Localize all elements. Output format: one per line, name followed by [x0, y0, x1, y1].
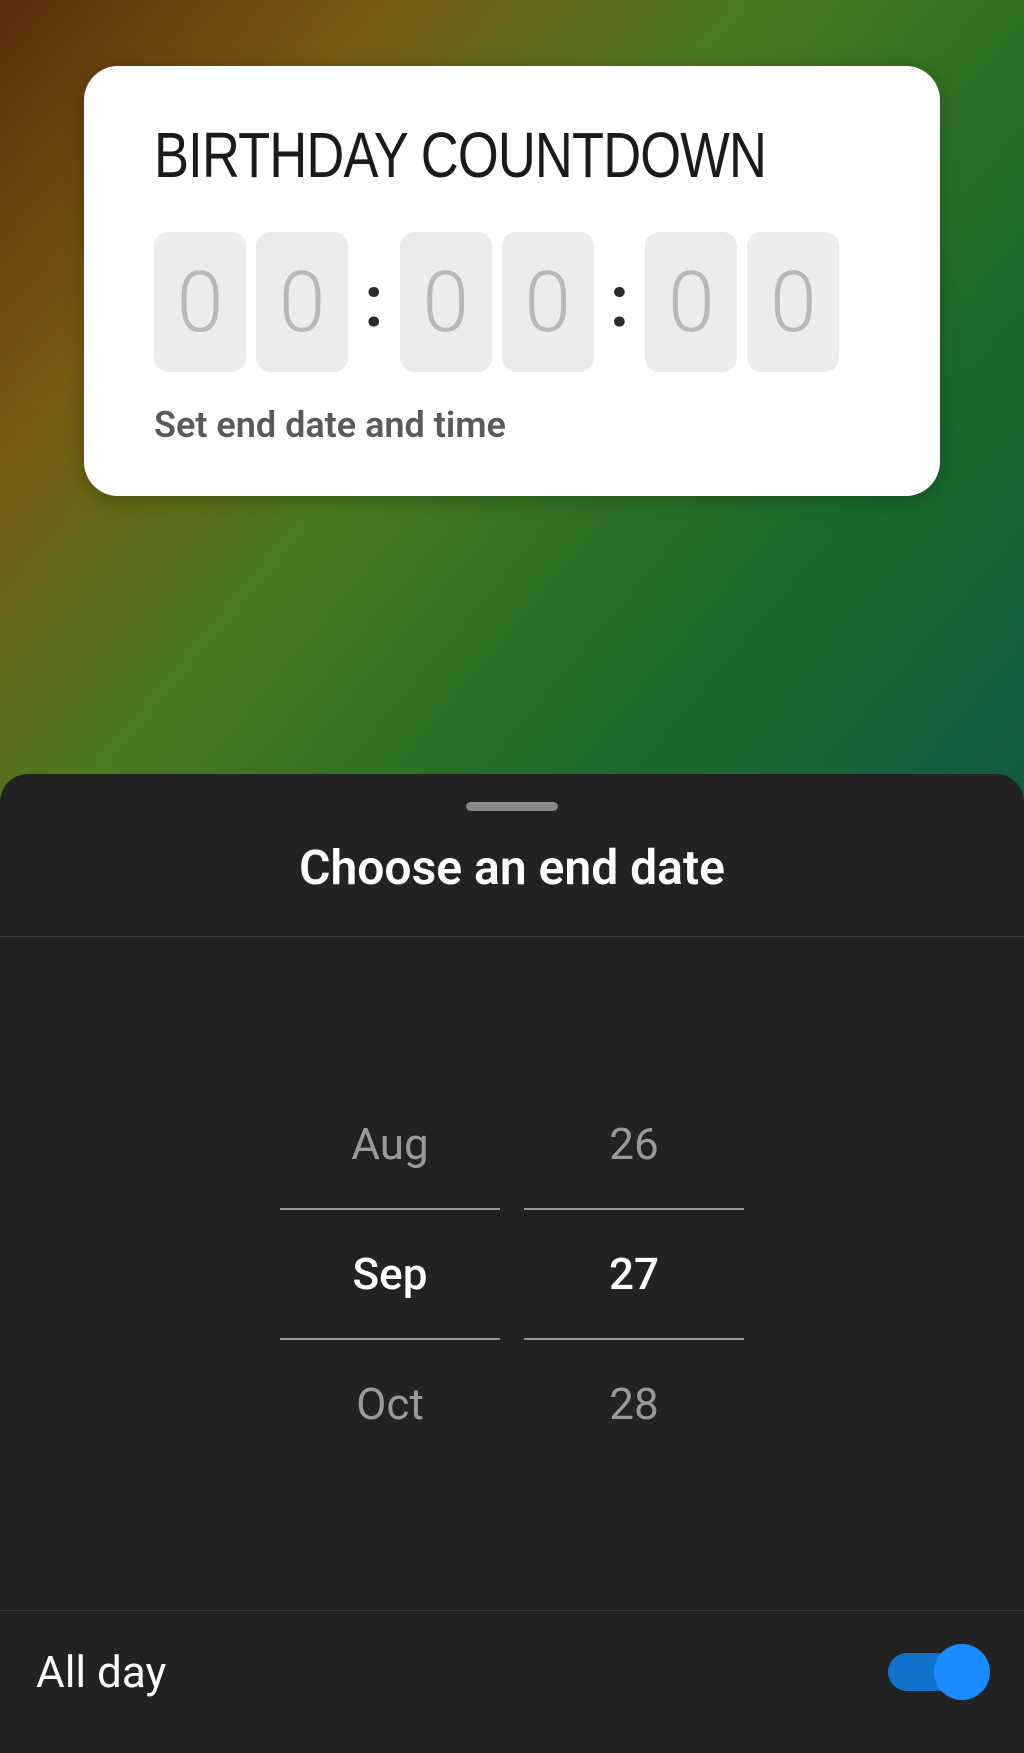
countdown-digit: 0 — [645, 232, 737, 372]
day-option-next[interactable]: 28 — [524, 1340, 744, 1468]
all-day-row: All day — [0, 1610, 1024, 1753]
month-picker[interactable]: Aug Sep Oct — [280, 1080, 500, 1468]
toggle-thumb — [934, 1644, 990, 1700]
countdown-digit: 0 — [502, 232, 594, 372]
day-option-selected[interactable]: 27 — [524, 1208, 744, 1340]
month-option-next[interactable]: Oct — [280, 1340, 500, 1468]
month-option-prev[interactable]: Aug — [280, 1080, 500, 1208]
countdown-card: BIRTHDAY COUNTDOWN 0 0 : 0 0 : 0 0 Set e… — [84, 66, 940, 496]
colon-separator: : — [604, 277, 636, 327]
set-end-date-hint[interactable]: Set end date and time — [154, 404, 870, 446]
countdown-digit: 0 — [747, 232, 839, 372]
countdown-digit: 0 — [256, 232, 348, 372]
countdown-title[interactable]: BIRTHDAY COUNTDOWN — [154, 118, 741, 192]
sheet-title: Choose an end date — [0, 839, 1024, 937]
all-day-label: All day — [36, 1646, 166, 1698]
sheet-grabber[interactable] — [466, 802, 558, 811]
day-option-prev[interactable]: 26 — [524, 1080, 744, 1208]
countdown-digits: 0 0 : 0 0 : 0 0 — [154, 232, 870, 372]
date-picker-sheet: Choose an end date Aug Sep Oct 26 27 28 … — [0, 774, 1024, 1753]
countdown-digit: 0 — [154, 232, 246, 372]
day-picker[interactable]: 26 27 28 — [524, 1080, 744, 1468]
countdown-digit: 0 — [400, 232, 492, 372]
colon-separator: : — [358, 277, 390, 327]
month-option-selected[interactable]: Sep — [280, 1208, 500, 1340]
all-day-toggle[interactable] — [888, 1645, 988, 1699]
date-picker: Aug Sep Oct 26 27 28 — [0, 937, 1024, 1610]
